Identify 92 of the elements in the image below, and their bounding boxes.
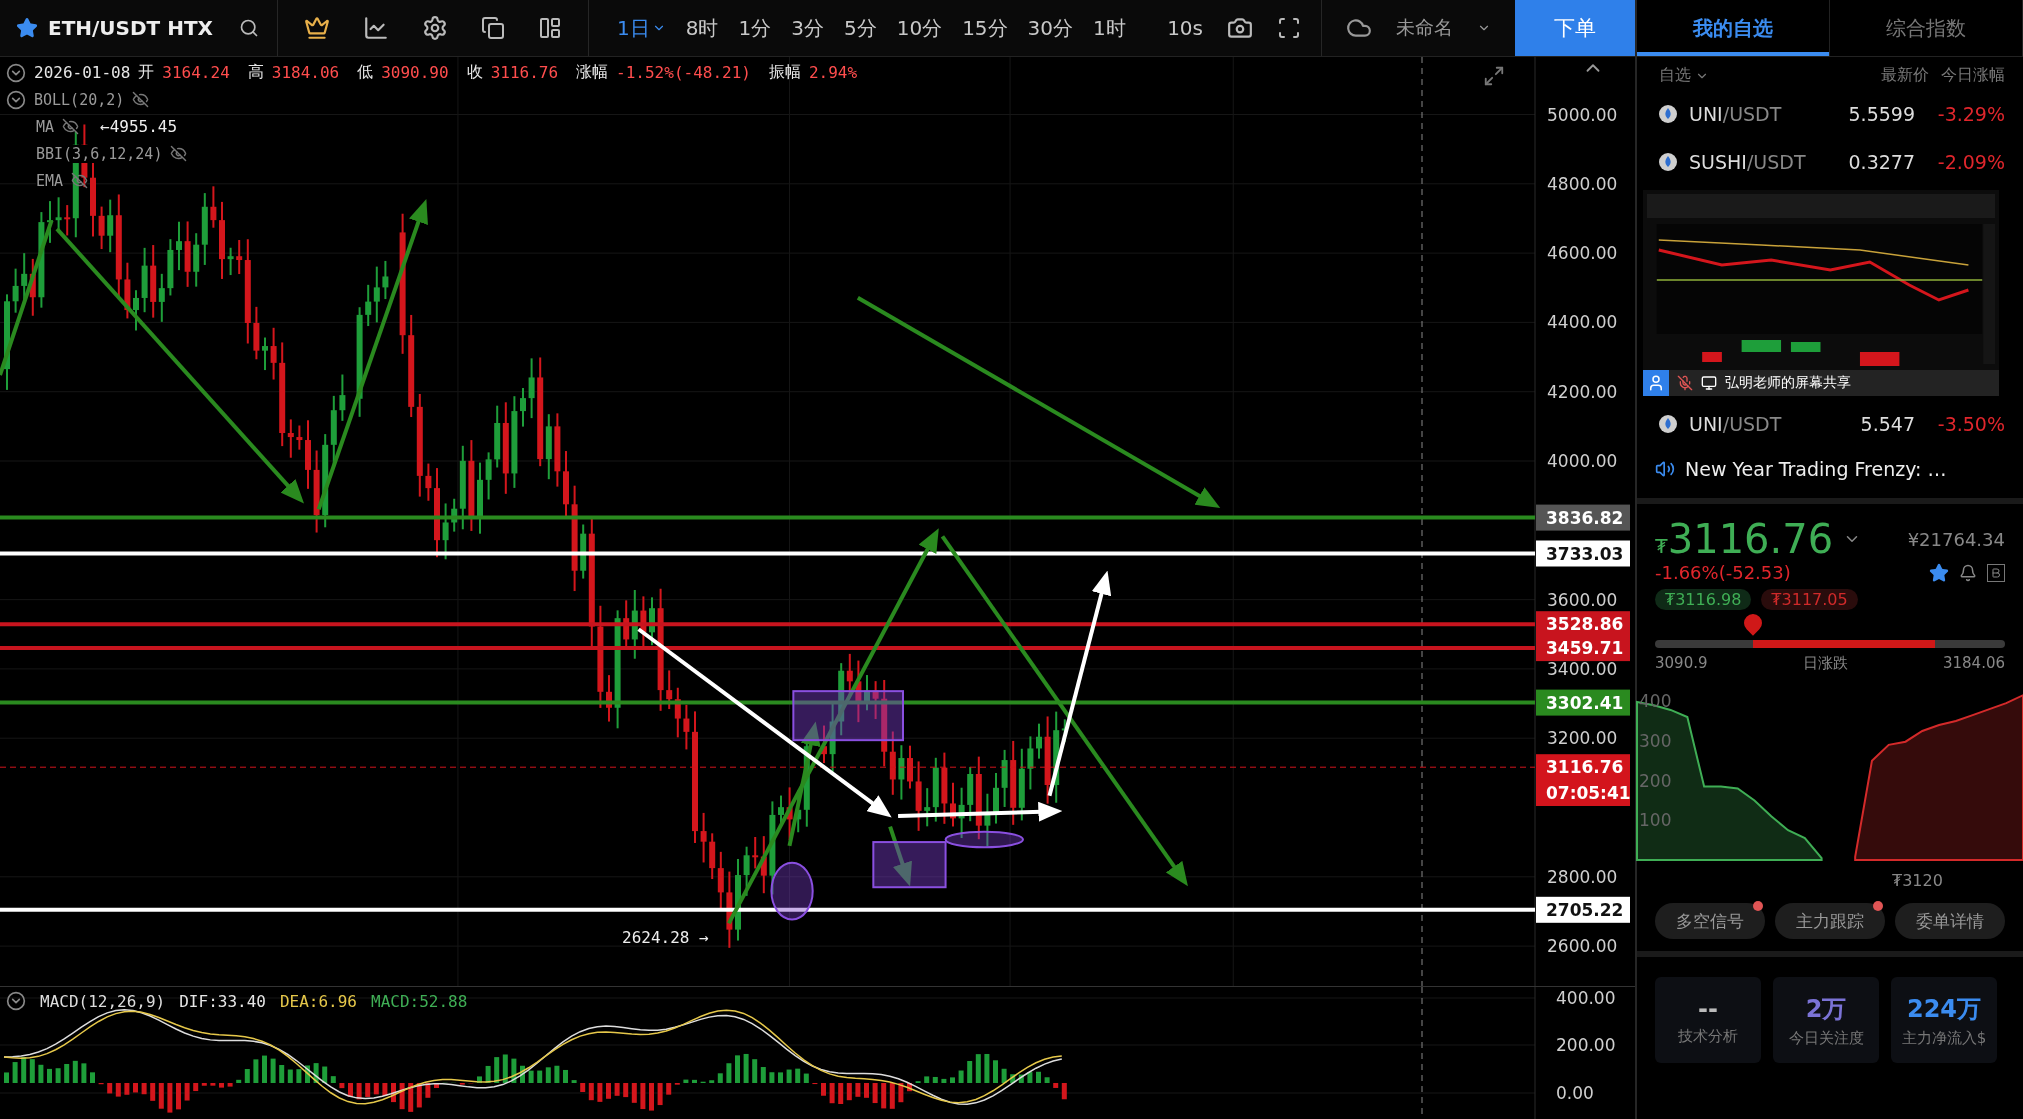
interval-tab[interactable]: 5分 (843, 14, 877, 42)
axis-label: 4400.00 (1547, 312, 1618, 333)
info-value: -1.52%(-48.21) (616, 63, 751, 82)
axis-label: 4800.00 (1547, 173, 1618, 194)
interval-tab[interactable]: 1时 (1093, 14, 1126, 42)
daily-change: -3.29% (1936, 103, 2005, 125)
order-button[interactable]: 下单 (1515, 0, 1635, 56)
info-label: 振幅 (768, 62, 801, 83)
axis-label: 200.00 (1556, 1035, 1616, 1055)
pair-name: UNI/USDT (1689, 103, 1783, 125)
interval-tab[interactable]: 30分 (1027, 14, 1074, 42)
range-label: 日涨跌 (1802, 654, 1848, 673)
axis-label: 4600.00 (1547, 243, 1618, 264)
axis-label: 4000.00 (1547, 451, 1618, 471)
column-header: 今日涨幅 (1941, 65, 2005, 86)
axis-label: 300 (1639, 730, 1672, 751)
last-price: 5.547 (1859, 413, 1915, 435)
stat-value: 224万 (1906, 993, 1982, 1025)
ask-price: ₮3117.05 (1761, 589, 1858, 610)
info-value: 3090.90 (381, 63, 449, 82)
symbol-title[interactable]: ETH/USDT HTX (48, 16, 213, 40)
pair-name: UNI/USDT (1689, 413, 1783, 435)
axis-label: 0.00 (1556, 1083, 1594, 1103)
axis-label: 200 (1639, 770, 1672, 791)
axis-label: 3200.00 (1547, 728, 1618, 749)
bid-price: ₮3116.98 (1655, 589, 1752, 610)
indicator-value: DEA:6.96 (279, 991, 357, 1011)
daily-change: -3.50% (1936, 413, 2005, 435)
layout-name-dropdown[interactable]: 未命名 (1372, 15, 1477, 41)
interval-tab[interactable]: 1日 (617, 14, 666, 42)
axis-label: 3600.00 (1547, 589, 1618, 610)
axis-label: 5000.00 (1547, 104, 1618, 125)
signal-button[interactable]: 委单详情 (1895, 903, 2005, 939)
interval-tab[interactable]: 10分 (896, 14, 943, 42)
indicator-label: BOLL(20,2) (34, 90, 125, 109)
last-price: 0.3277 (1847, 151, 1915, 173)
info-label: 涨幅 (576, 62, 609, 83)
countdown-tag: 07:05:41 (1536, 780, 1631, 806)
low-price-marker: 2624.28 → (622, 928, 709, 947)
indicator-value: DIF:33.40 (179, 991, 266, 1011)
last-price: 5.5599 (1847, 103, 1915, 125)
last-price: ₮3116.76 (1655, 516, 1834, 562)
info-label: 高 (247, 62, 264, 83)
column-header: 最新价 (1881, 65, 1929, 86)
range-low: 3090.9 (1655, 654, 1708, 673)
axis-label: 2800.00 (1547, 866, 1618, 887)
interval-tab[interactable]: 8时 (685, 14, 719, 42)
price-tag: 3733.03 (1536, 540, 1630, 567)
info-value: 3116.76 (490, 63, 559, 82)
indicator-title: MACD(12,26,9) (40, 991, 166, 1011)
share-caption: 弘明老师的屏幕共享 (1725, 374, 1851, 392)
stat-value: 2万 (1805, 993, 1847, 1025)
pair-name: SUSHI/USDT (1689, 151, 1807, 173)
info-value: 2.94% (808, 63, 858, 82)
indicator-label: BBI(3,6,12,24) (36, 144, 163, 163)
signal-button[interactable]: 主力跟踪 (1775, 903, 1885, 939)
price-tag: 2705.22 (1536, 896, 1630, 923)
indicator-value: MACD:52.88 (371, 991, 468, 1011)
axis-label: 2600.00 (1547, 936, 1618, 957)
refresh-interval[interactable]: 10s (1167, 16, 1203, 40)
interval-tab[interactable]: 3分 (791, 14, 824, 42)
price-tag: 3528.86 (1536, 611, 1630, 638)
stat-label: 今日关注度 (1788, 1028, 1864, 1048)
info-label: 低 (357, 62, 374, 83)
interval-tab[interactable]: 1分 (738, 14, 772, 42)
watchlist-tab[interactable]: 我的自选 (1637, 0, 1830, 56)
price-tag: 3836.82 (1536, 504, 1630, 531)
range-high: 3184.06 (1942, 654, 2005, 673)
stat-label: 技术分析 (1678, 1026, 1738, 1046)
axis-label: 4200.00 (1547, 381, 1618, 402)
price-tag: 3459.71 (1536, 635, 1630, 662)
axis-label: 100 (1639, 810, 1672, 831)
info-label: 2026-01-08 (34, 63, 131, 82)
price-tag: 3302.41 (1536, 689, 1630, 716)
high-price-marker: ←4955.45 (100, 117, 178, 136)
stat-value: -- (1698, 994, 1718, 1023)
info-label: 开 (138, 62, 155, 83)
info-label: 收 (466, 62, 483, 83)
interval-tab[interactable]: 15分 (962, 14, 1008, 42)
stat-label: 主力净流入$ (1901, 1028, 1987, 1048)
daily-change: -2.09% (1936, 151, 2005, 173)
cny-price: ¥21764.34 (1907, 528, 2005, 550)
watchlist-tab[interactable]: 综合指数 (1830, 0, 2023, 56)
price-change: -1.66%(-52.53) (1655, 562, 1791, 583)
axis-label: 400.00 (1556, 988, 1616, 1008)
signal-button[interactable]: 多空信号 (1655, 903, 1765, 939)
info-value: 3184.06 (271, 63, 340, 82)
info-value: 3164.24 (162, 63, 230, 82)
price-tag: 3116.76 (1536, 754, 1630, 781)
mid-price: ₮3120 (1892, 871, 1944, 890)
group-dropdown[interactable]: 自选 (1659, 65, 1691, 86)
news-headline[interactable]: New Year Trading Frenzy: … (1685, 458, 1947, 480)
